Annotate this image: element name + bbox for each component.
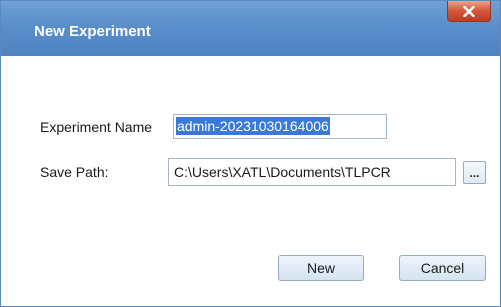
title-bar[interactable]: New Experiment (1, 1, 500, 56)
experiment-name-label: Experiment Name (40, 119, 153, 135)
save-path-label: Save Path: (40, 164, 109, 180)
close-x-icon (463, 5, 475, 17)
save-path-input[interactable]: C:\Users\XATL\Documents\TLPCR (168, 158, 456, 186)
new-button-label: New (306, 260, 335, 276)
experiment-name-value: admin-20231030164006 (176, 117, 330, 135)
new-button[interactable]: New (278, 255, 364, 281)
dialog-title: New Experiment (34, 23, 151, 40)
close-button[interactable] (447, 1, 491, 22)
cancel-button-label: Cancel (420, 260, 465, 276)
ellipsis-icon: ... (469, 165, 480, 180)
browse-button[interactable]: ... (463, 161, 486, 184)
new-experiment-dialog: New Experiment Experiment Name admin-202… (0, 0, 501, 307)
experiment-name-input[interactable]: admin-20231030164006 (173, 114, 387, 139)
cancel-button[interactable]: Cancel (399, 255, 486, 281)
save-path-value: C:\Users\XATL\Documents\TLPCR (174, 164, 391, 180)
